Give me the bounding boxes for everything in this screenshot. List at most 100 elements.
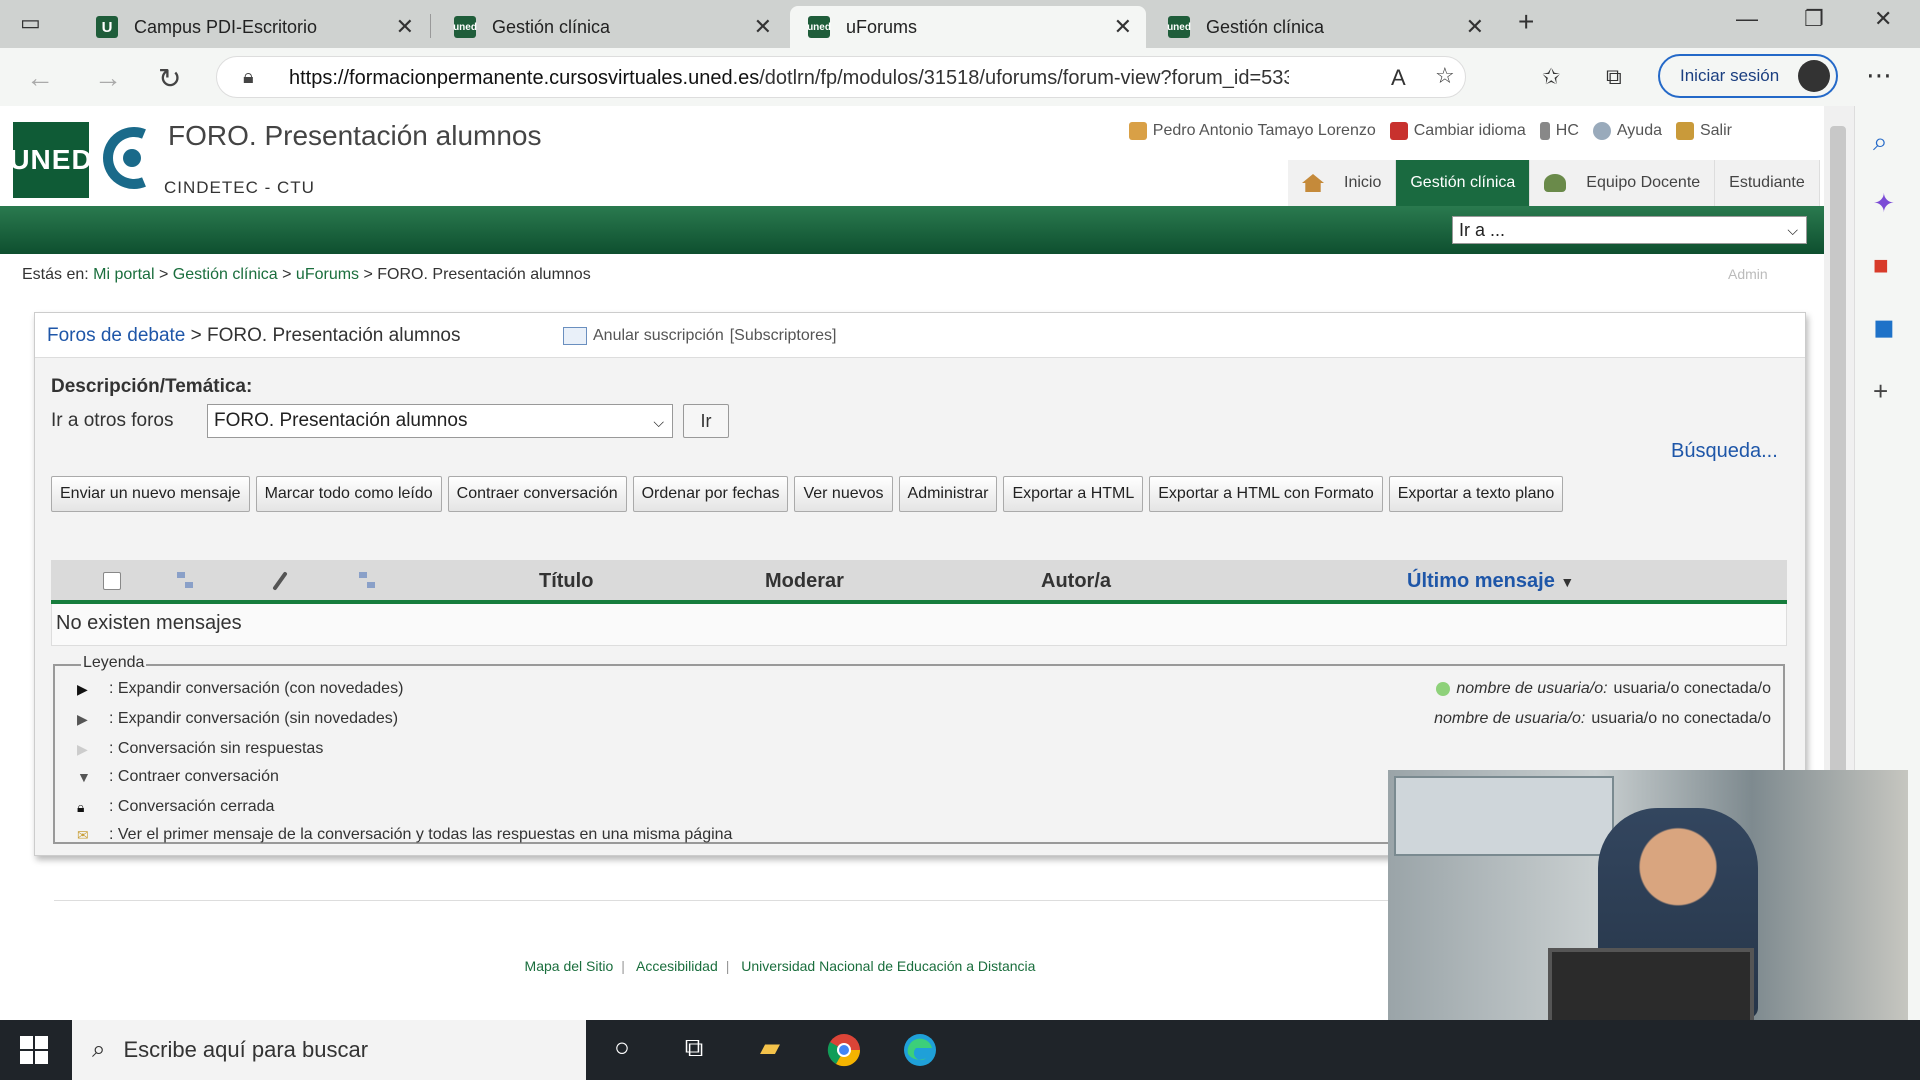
- goto-select[interactable]: Ir a ... ⌵: [1452, 216, 1807, 244]
- windows-taskbar: ⌕ Escribe aquí para buscar ○ ⧉ ▰: [0, 1020, 1920, 1080]
- read-aloud-icon[interactable]: A: [1391, 65, 1406, 91]
- uned-link[interactable]: Universidad Nacional de Educación a Dist…: [741, 958, 1035, 974]
- col-moderate: Moderar: [765, 570, 844, 592]
- restore-icon[interactable]: ❐: [1804, 6, 1824, 32]
- uned-favicon-icon: uned: [807, 16, 831, 38]
- new-tab-icon[interactable]: +: [1518, 6, 1534, 38]
- sitemap-link[interactable]: Mapa del Sitio: [525, 958, 614, 974]
- scroll-thumb[interactable]: [1830, 126, 1846, 826]
- help-icon: [1592, 122, 1611, 140]
- cortana-icon[interactable]: ○: [604, 1032, 640, 1068]
- admin-link[interactable]: Admin: [1728, 266, 1768, 282]
- legend-offline: nombre de usuaria/o: usuaria/o no conecta…: [1434, 710, 1771, 727]
- forum-actions: Enviar un nuevo mensaje Marcar todo como…: [51, 476, 1564, 512]
- messages-table-header: Título Moderar Autor/a Último mensaje ▼: [51, 560, 1787, 604]
- chrome-icon[interactable]: [826, 1032, 862, 1068]
- uned-logo[interactable]: UNED: [9, 122, 92, 198]
- tab-inicio[interactable]: Inicio: [1288, 160, 1397, 206]
- thread-icon[interactable]: [175, 570, 197, 592]
- legend-item: ▶: Conversación sin respuestas: [77, 740, 324, 757]
- footer-divider: [54, 900, 1394, 901]
- teacher-icon: [1544, 174, 1567, 192]
- file-explorer-icon[interactable]: ▰: [752, 1032, 788, 1068]
- forum-select[interactable]: FORO. Presentación alumnos ⌵: [207, 404, 673, 438]
- administer-button[interactable]: Administrar: [898, 476, 998, 512]
- taskbar-search-input[interactable]: ⌕ Escribe aquí para buscar: [72, 1020, 586, 1080]
- add-icon[interactable]: +: [1873, 376, 1888, 407]
- subscribers-link[interactable]: [Subscriptores]: [730, 327, 837, 345]
- tab-actions-icon[interactable]: ▭: [20, 10, 41, 36]
- uned-favicon-icon: uned: [1167, 16, 1191, 38]
- thread-view-icon[interactable]: [357, 570, 379, 592]
- tab-title: uForums: [846, 16, 918, 37]
- tab-campus[interactable]: U Campus PDI-Escritorio ✕: [78, 6, 428, 48]
- collapse-button[interactable]: Contraer conversación: [447, 476, 627, 512]
- col-title[interactable]: Título: [539, 570, 593, 593]
- windows-start-icon[interactable]: [20, 1036, 48, 1064]
- search-link[interactable]: Búsqueda...: [1671, 440, 1778, 463]
- reload-icon[interactable]: ↻: [158, 62, 181, 95]
- legend-item: ▼: Contraer conversación: [77, 768, 279, 785]
- window-close-icon[interactable]: ✕: [1874, 6, 1892, 32]
- crumb-mi-portal[interactable]: Mi portal: [93, 266, 154, 283]
- outlook-icon[interactable]: ◼: [1873, 312, 1895, 343]
- tab-equipo-docente[interactable]: Equipo Docente: [1530, 160, 1716, 206]
- col-author[interactable]: Autor/a: [1041, 570, 1111, 593]
- tab-uforums[interactable]: uned uForums ✕: [790, 6, 1146, 48]
- minimize-icon[interactable]: —: [1736, 6, 1758, 32]
- forums-link[interactable]: Foros de debate: [47, 325, 185, 346]
- lock-icon: 🔒︎: [77, 798, 85, 815]
- change-language-link[interactable]: Cambiar idioma: [1389, 122, 1526, 140]
- attachment-icon[interactable]: [269, 570, 291, 592]
- export-html-format-button[interactable]: Exportar a HTML con Formato: [1149, 476, 1383, 512]
- legend-item: 🔒︎: Conversación cerrada: [77, 798, 275, 815]
- close-icon[interactable]: ✕: [1114, 14, 1132, 40]
- language-icon: [1389, 122, 1408, 140]
- url-field[interactable]: 🔒︎ https://formacionpermanente.cursosvir…: [216, 56, 1466, 98]
- close-icon[interactable]: ✕: [1466, 14, 1484, 40]
- browser-tab-bar: ▭ U Campus PDI-Escritorio ✕ uned Gestión…: [0, 0, 1920, 48]
- crumb-gestion-clinica[interactable]: Gestión clínica: [173, 266, 278, 283]
- unsubscribe-link[interactable]: Anular suscripción: [593, 327, 724, 345]
- back-icon[interactable]: ←: [26, 62, 54, 94]
- favorite-add-icon[interactable]: ☆: [1435, 63, 1455, 89]
- sign-in-button[interactable]: Iniciar sesión: [1658, 54, 1838, 98]
- site-subtitle: CINDETEC - CTU: [164, 178, 315, 197]
- forward-icon[interactable]: →: [94, 62, 122, 94]
- logout-link[interactable]: Salir: [1675, 122, 1732, 140]
- more-icon[interactable]: ⋯: [1866, 60, 1892, 91]
- new-message-button[interactable]: Enviar un nuevo mensaje: [51, 476, 250, 512]
- tab-gestion-2[interactable]: uned Gestión clínica ✕: [1150, 6, 1498, 48]
- export-text-button[interactable]: Exportar a texto plano: [1388, 476, 1564, 512]
- sort-by-date-button[interactable]: Ordenar por fechas: [632, 476, 789, 512]
- tab-gestion-1[interactable]: uned Gestión clínica ✕: [436, 6, 786, 48]
- copilot-icon[interactable]: ✦: [1873, 188, 1895, 219]
- task-view-icon[interactable]: ⧉: [676, 1032, 712, 1068]
- view-new-button[interactable]: Ver nuevos: [794, 476, 893, 512]
- collections-icon[interactable]: ⧉: [1606, 64, 1622, 90]
- export-html-button[interactable]: Exportar a HTML: [1003, 476, 1144, 512]
- search-icon[interactable]: ⌕: [1873, 126, 1888, 158]
- col-last-message[interactable]: Último mensaje ▼: [1407, 570, 1574, 593]
- favorites-icon[interactable]: ✩: [1542, 64, 1560, 90]
- legend-title: Leyenda: [81, 654, 147, 672]
- forum-heading: Foros de debate > FORO. Presentación alu…: [47, 325, 461, 346]
- tab-estudiante[interactable]: Estudiante: [1715, 160, 1820, 206]
- tab-gestion-clinica[interactable]: Gestión clínica: [1396, 160, 1531, 206]
- unsubscribe: Anular suscripción [Subscriptores]: [563, 327, 836, 345]
- crumb-uforums[interactable]: uForums: [296, 266, 359, 283]
- office-icon[interactable]: ■: [1873, 250, 1889, 281]
- hc-link[interactable]: HC: [1539, 122, 1579, 140]
- hc-icon: [1539, 122, 1550, 140]
- edge-icon[interactable]: [902, 1032, 938, 1068]
- mark-all-read-button[interactable]: Marcar todo como leído: [255, 476, 442, 512]
- help-link[interactable]: Ayuda: [1592, 122, 1662, 140]
- user-name-link[interactable]: Pedro Antonio Tamayo Lorenzo: [1128, 122, 1376, 140]
- close-icon[interactable]: ✕: [754, 14, 772, 40]
- legend-item: ▶: Expandir conversación (sin novedades): [77, 710, 399, 727]
- accessibility-link[interactable]: Accesibilidad: [636, 958, 718, 974]
- chevron-down-icon: ⌵: [1787, 222, 1798, 238]
- close-icon[interactable]: ✕: [396, 14, 414, 40]
- go-button[interactable]: Ir: [683, 404, 729, 438]
- select-all-checkbox[interactable]: [103, 572, 121, 590]
